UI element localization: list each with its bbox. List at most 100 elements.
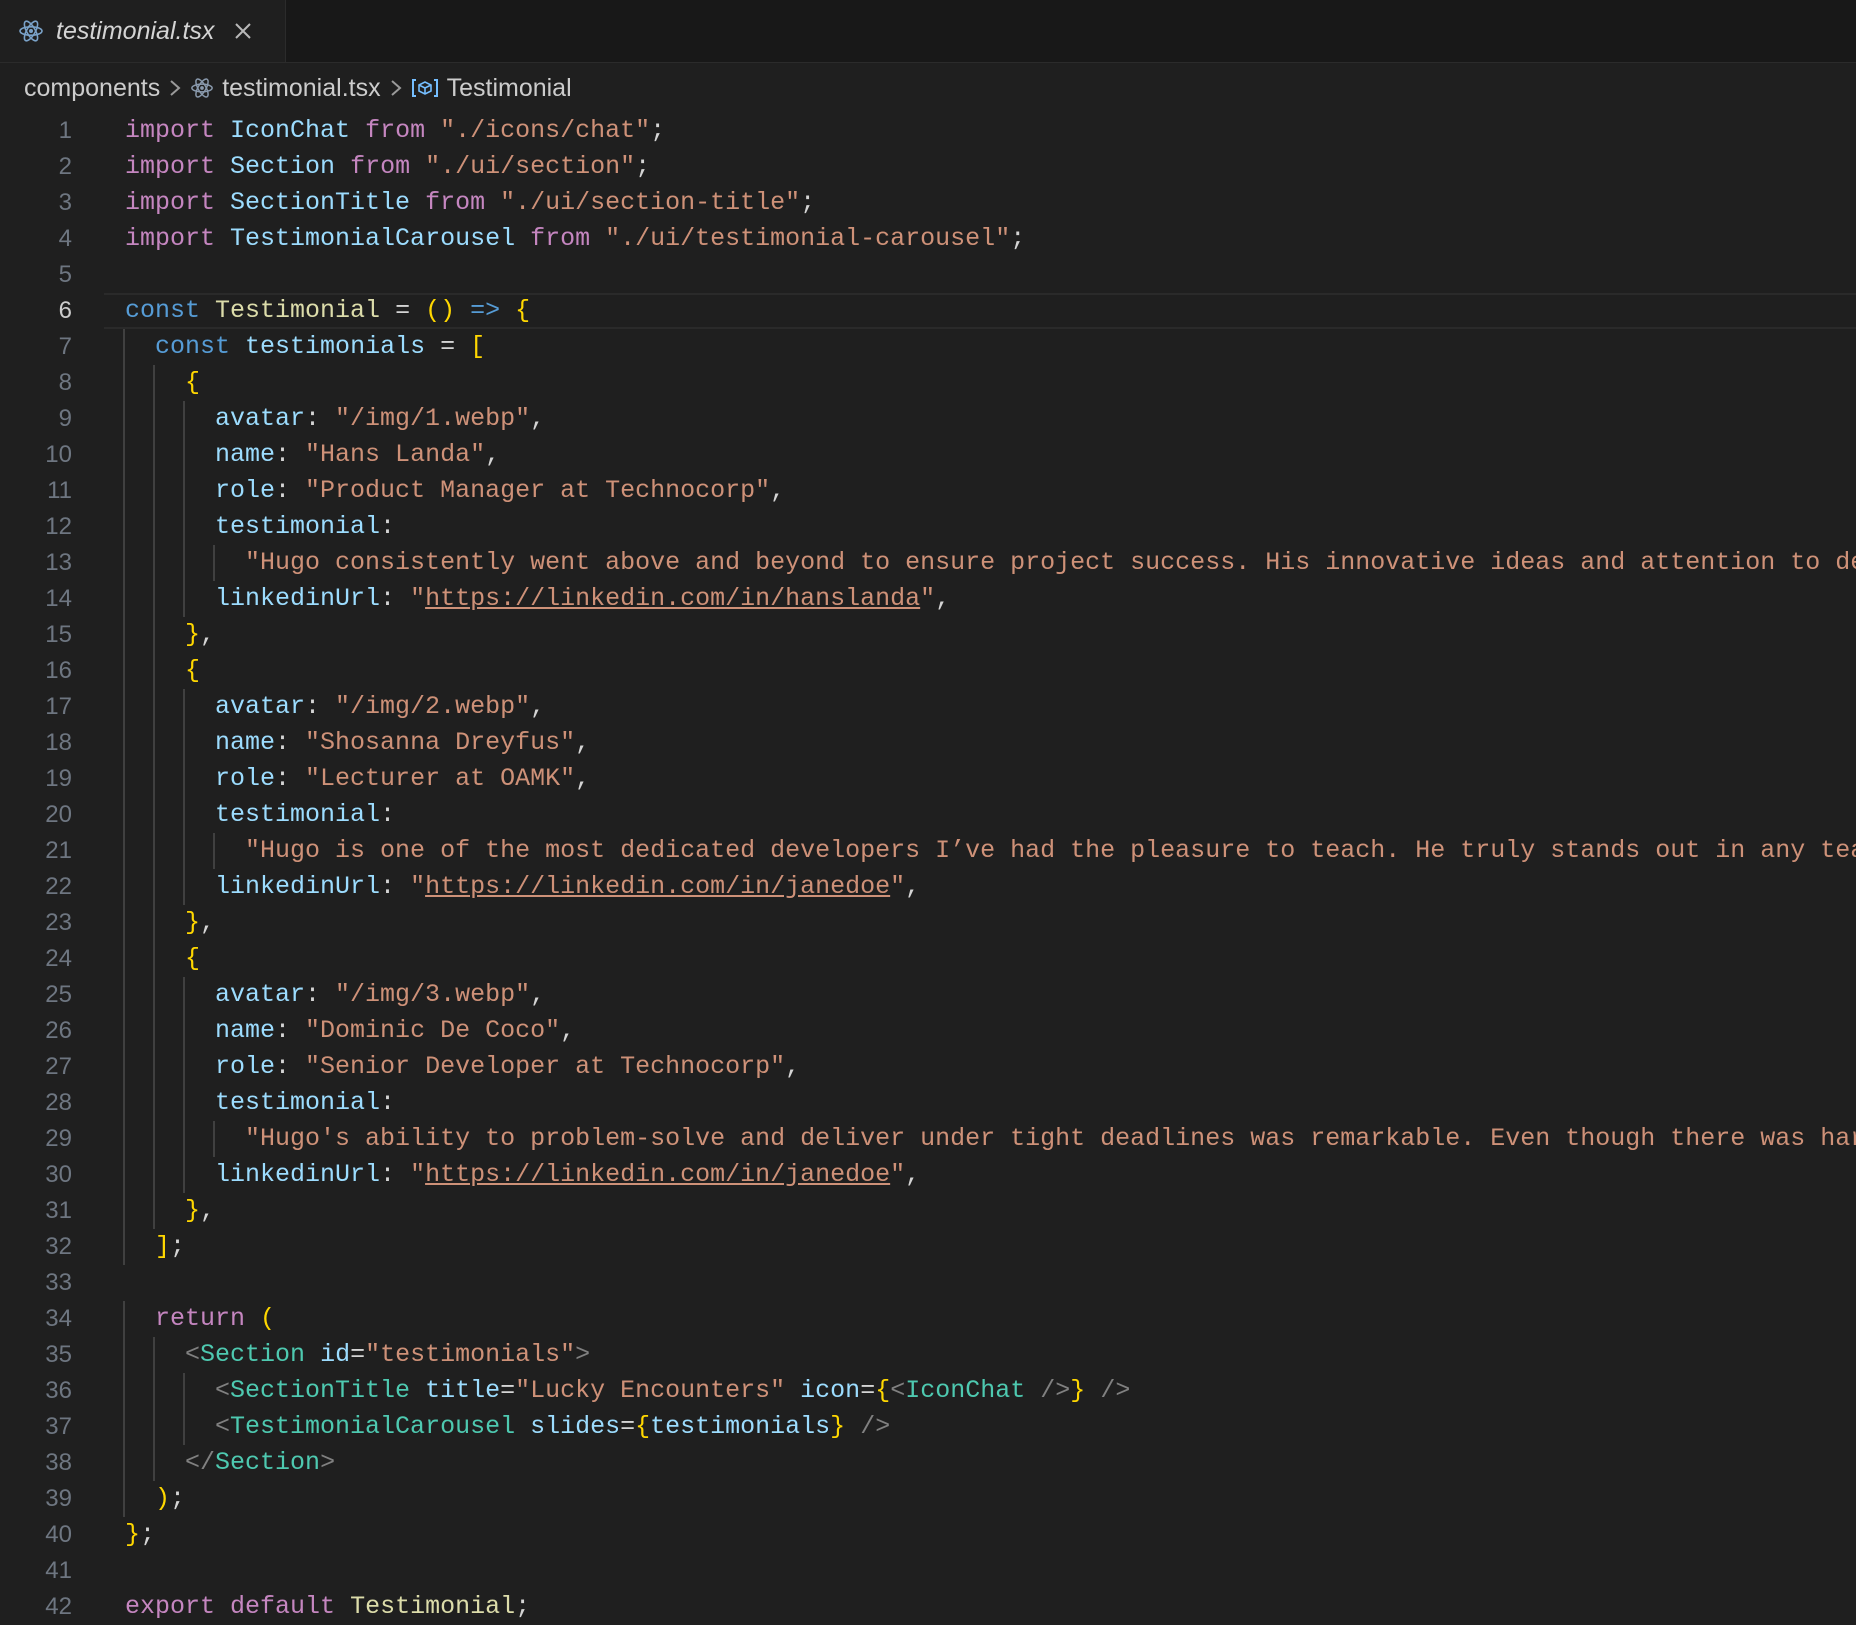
line-number: 11 bbox=[47, 477, 72, 504]
code-line[interactable]: 19 role: "Lecturer at OAMK", bbox=[0, 761, 1856, 797]
breadcrumb-folder[interactable]: components bbox=[24, 74, 160, 103]
code-line[interactable]: 33 bbox=[0, 1265, 1856, 1301]
code-text: testimonial: bbox=[215, 800, 396, 829]
code-text: { bbox=[185, 944, 201, 973]
code-line[interactable]: 20 testimonial: bbox=[0, 797, 1856, 833]
code-line[interactable]: 8 { bbox=[0, 365, 1856, 401]
line-number: 20 bbox=[45, 801, 72, 828]
line-number: 10 bbox=[45, 441, 72, 468]
line-number: 7 bbox=[58, 333, 72, 360]
chevron-right-icon bbox=[389, 78, 403, 98]
code-line[interactable]: 16 { bbox=[0, 653, 1856, 689]
breadcrumb: components testimonial.tsx Testimonial bbox=[0, 63, 1856, 113]
code-text: import TestimonialCarousel from "./ui/te… bbox=[125, 224, 1026, 253]
line-number: 6 bbox=[58, 297, 72, 324]
line-number: 26 bbox=[45, 1017, 72, 1044]
code-line[interactable]: 37 <TestimonialCarousel slides={testimon… bbox=[0, 1409, 1856, 1445]
line-number: 35 bbox=[45, 1341, 72, 1368]
code-text: }; bbox=[125, 1520, 156, 1549]
code-line[interactable]: 24 { bbox=[0, 941, 1856, 977]
code-text: "Hugo consistently went above and beyond… bbox=[245, 548, 1856, 577]
code-line[interactable]: 5 bbox=[0, 257, 1856, 293]
line-number: 32 bbox=[45, 1233, 72, 1260]
tab-testimonial[interactable]: testimonial.tsx bbox=[0, 0, 286, 62]
code-text: "Hugo's ability to problem-solve and del… bbox=[245, 1124, 1856, 1153]
code-line[interactable]: 3 import SectionTitle from "./ui/section-… bbox=[0, 185, 1856, 221]
line-number: 25 bbox=[45, 981, 72, 1008]
code-line[interactable]: 14 linkedinUrl: "https://linkedin.com/in… bbox=[0, 581, 1856, 617]
code-line[interactable]: 35 <Section id="testimonials"> bbox=[0, 1337, 1856, 1373]
code-line[interactable]: 6 const Testimonial = () => { bbox=[0, 293, 1856, 329]
code-text: avatar: "/img/2.webp", bbox=[215, 692, 546, 721]
code-line[interactable]: 31 }, bbox=[0, 1193, 1856, 1229]
breadcrumb-symbol[interactable]: Testimonial bbox=[447, 74, 572, 103]
code-text: linkedinUrl: "https://linkedin.com/in/ja… bbox=[215, 1160, 921, 1189]
code-line[interactable]: 22 linkedinUrl: "https://linkedin.com/in… bbox=[0, 869, 1856, 905]
line-number: 5 bbox=[58, 261, 72, 288]
line-number: 29 bbox=[45, 1125, 72, 1152]
code-line[interactable]: 39 ); bbox=[0, 1481, 1856, 1517]
code-line[interactable]: 2 import Section from "./ui/section"; bbox=[0, 149, 1856, 185]
code-line[interactable]: 7 const testimonials = [ bbox=[0, 329, 1856, 365]
code-line[interactable]: 36 <SectionTitle title="Lucky Encounters… bbox=[0, 1373, 1856, 1409]
tab-title: testimonial.tsx bbox=[56, 16, 215, 45]
code-line[interactable]: 13 "Hugo consistently went above and bey… bbox=[0, 545, 1856, 581]
code-line[interactable]: 34 return ( bbox=[0, 1301, 1856, 1337]
code-line[interactable]: 10 name: "Hans Landa", bbox=[0, 437, 1856, 473]
code-line[interactable]: 23 }, bbox=[0, 905, 1856, 941]
code-text: testimonial: bbox=[215, 1088, 396, 1117]
code-text: }, bbox=[185, 1196, 216, 1225]
code-text: import IconChat from "./icons/chat"; bbox=[125, 116, 666, 145]
code-line[interactable]: 42 export default Testimonial; bbox=[0, 1589, 1856, 1625]
code-line[interactable]: 25 avatar: "/img/3.webp", bbox=[0, 977, 1856, 1013]
code-line[interactable]: 17 avatar: "/img/2.webp", bbox=[0, 689, 1856, 725]
chevron-right-icon bbox=[168, 78, 182, 98]
tab-bar: testimonial.tsx bbox=[0, 0, 1856, 63]
breadcrumb-file[interactable]: testimonial.tsx bbox=[222, 74, 380, 103]
line-number: 31 bbox=[45, 1197, 72, 1224]
line-number: 33 bbox=[45, 1269, 72, 1296]
code-line[interactable]: 26 name: "Dominic De Coco", bbox=[0, 1013, 1856, 1049]
code-line[interactable]: 32 ]; bbox=[0, 1229, 1856, 1265]
code-text: <TestimonialCarousel slides={testimonial… bbox=[215, 1412, 891, 1441]
line-number: 18 bbox=[45, 729, 72, 756]
line-number: 4 bbox=[58, 225, 72, 252]
line-number: 2 bbox=[58, 153, 72, 180]
vertical-scrollbar[interactable] bbox=[1848, 112, 1856, 1624]
code-line[interactable]: 18 name: "Shosanna Dreyfus", bbox=[0, 725, 1856, 761]
code-line[interactable]: 12 testimonial: bbox=[0, 509, 1856, 545]
code-line[interactable]: 11 role: "Product Manager at Technocorp"… bbox=[0, 473, 1856, 509]
code-line[interactable]: 21 "Hugo is one of the most dedicated de… bbox=[0, 833, 1856, 869]
code-text: }, bbox=[185, 908, 216, 937]
line-number: 12 bbox=[45, 513, 72, 540]
code-line[interactable]: 41 bbox=[0, 1553, 1856, 1589]
code-line[interactable]: 9 avatar: "/img/1.webp", bbox=[0, 401, 1856, 437]
line-number: 30 bbox=[45, 1161, 72, 1188]
code-text: name: "Shosanna Dreyfus", bbox=[215, 728, 591, 757]
code-line[interactable]: 30 linkedinUrl: "https://linkedin.com/in… bbox=[0, 1157, 1856, 1193]
code-text: ); bbox=[155, 1484, 186, 1513]
code-line[interactable]: 28 testimonial: bbox=[0, 1085, 1856, 1121]
line-number: 21 bbox=[45, 837, 72, 864]
code-line[interactable]: 15 }, bbox=[0, 617, 1856, 653]
code-line[interactable]: 27 role: "Senior Developer at Technocorp… bbox=[0, 1049, 1856, 1085]
code-line[interactable]: 4 import TestimonialCarousel from "./ui/t… bbox=[0, 221, 1856, 257]
line-number: 27 bbox=[45, 1053, 72, 1080]
code-line[interactable]: 40}; bbox=[0, 1517, 1856, 1553]
line-number: 22 bbox=[45, 873, 72, 900]
code-text: { bbox=[185, 656, 201, 685]
line-number: 16 bbox=[45, 657, 72, 684]
code-text: testimonial: bbox=[215, 512, 396, 541]
code-line[interactable]: 38 </Section> bbox=[0, 1445, 1856, 1481]
code-line[interactable]: 1 import IconChat from "./icons/chat"; bbox=[0, 113, 1856, 149]
code-text: name: "Hans Landa", bbox=[215, 440, 501, 469]
code-text: role: "Lecturer at OAMK", bbox=[215, 764, 591, 793]
code-text: return ( bbox=[155, 1304, 276, 1333]
code-editor[interactable]: 1 import IconChat from "./icons/chat"; 2 im… bbox=[0, 113, 1856, 1625]
line-number: 15 bbox=[45, 621, 72, 648]
code-line[interactable]: 29 "Hugo's ability to problem-solve and … bbox=[0, 1121, 1856, 1157]
close-icon[interactable] bbox=[230, 18, 256, 44]
line-number: 19 bbox=[45, 765, 72, 792]
line-number: 37 bbox=[45, 1413, 72, 1440]
line-number: 3 bbox=[58, 189, 72, 216]
